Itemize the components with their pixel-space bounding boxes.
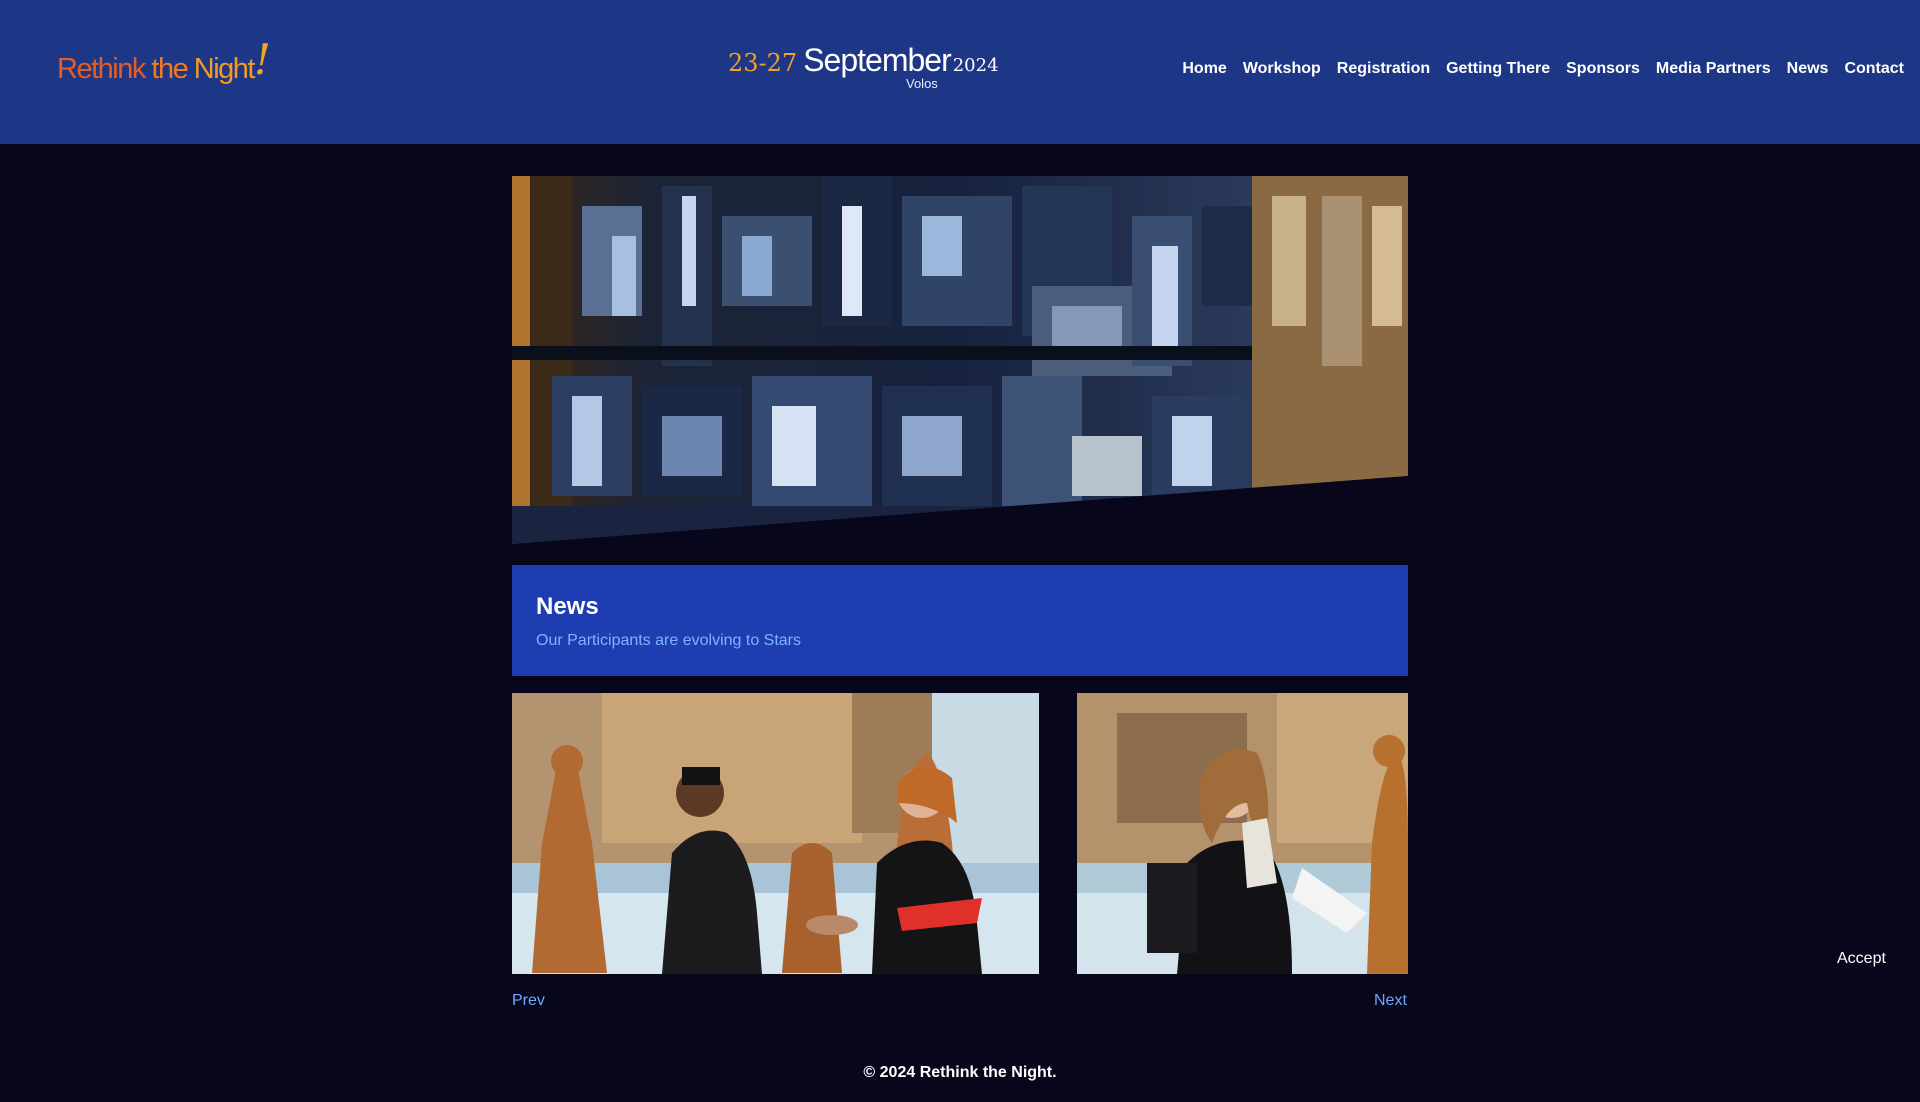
logo-text-rethink: Rethink [57, 53, 146, 85]
footer-copyright: © 2024 Rethink the Night. [863, 1064, 1057, 1081]
date-year: 2024 [952, 55, 999, 76]
nav-item-getting-there[interactable]: Getting There [1446, 60, 1550, 78]
handshake-photo-image [512, 693, 1039, 974]
site-header: Rethink the Night! 23-27 September 2024 Vo… [0, 0, 1920, 144]
nav-item-media-partners[interactable]: Media Partners [1656, 60, 1771, 78]
hero-image [512, 176, 1408, 544]
site-footer: © 2024 Rethink the Night. [0, 1064, 1920, 1082]
nav-item-workshop[interactable]: Workshop [1243, 60, 1321, 78]
logo-text-night: Night [187, 53, 256, 85]
news-photo-handshake[interactable] [512, 693, 1039, 974]
nav-item-registration[interactable]: Registration [1337, 60, 1430, 78]
logo-text-the: the [144, 53, 188, 85]
nav-item-contact[interactable]: Contact [1844, 60, 1904, 78]
event-city: Volos [906, 76, 938, 91]
pager-next-link[interactable]: Next [1374, 992, 1407, 1010]
news-photo-participant[interactable] [1077, 693, 1408, 974]
site-logo[interactable]: Rethink the Night! [57, 39, 271, 94]
main-nav: Home Workshop Registration Getting There… [1166, 60, 1904, 78]
logo-exclamation: ! [253, 35, 271, 84]
date-range: 23-27 [728, 49, 798, 77]
nav-item-sponsors[interactable]: Sponsors [1566, 60, 1640, 78]
news-header-box: News Our Participants are evolving to St… [512, 565, 1408, 676]
event-dates: 23-27 September 2024 Volos [728, 42, 999, 91]
news-subtitle-link[interactable]: Our Participants are evolving to Stars [536, 632, 801, 650]
nav-item-news[interactable]: News [1787, 60, 1829, 78]
participant-photo-image [1077, 693, 1408, 974]
hero-illuminated-facade-image [512, 176, 1408, 544]
cookie-accept-button[interactable]: Accept [1837, 950, 1886, 968]
pager-prev-link[interactable]: Prev [512, 992, 545, 1010]
news-title: News [536, 593, 599, 620]
date-month: September [803, 42, 952, 78]
nav-item-home[interactable]: Home [1182, 60, 1226, 78]
